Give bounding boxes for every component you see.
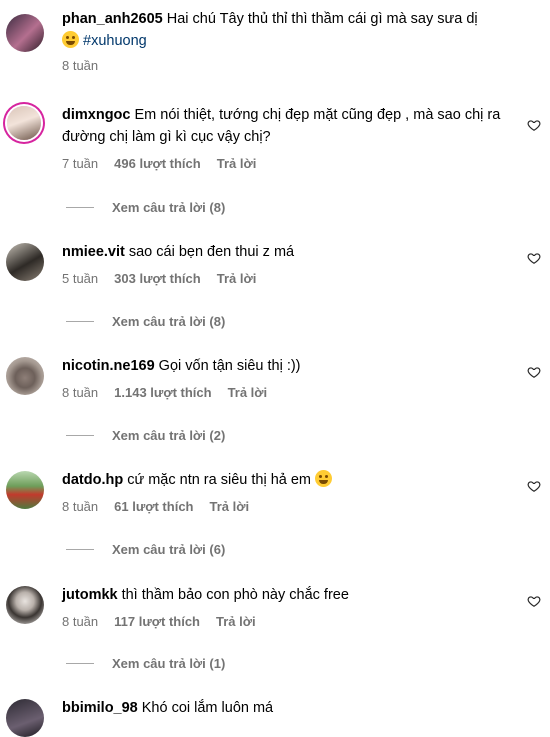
- avatar[interactable]: [7, 106, 41, 140]
- avatar[interactable]: [6, 699, 44, 737]
- like-count[interactable]: 1.143 lượt thích: [114, 385, 211, 400]
- comment-text: bbimilo_98 Khó coi lắm luôn má: [62, 697, 512, 719]
- heart-outline-icon[interactable]: [527, 365, 541, 379]
- view-replies-button[interactable]: Xem câu trả lời (1): [66, 656, 225, 671]
- comment-text: datdo.hp cứ mặc ntn ra siêu thị hả em: [62, 469, 512, 491]
- comment-text: nmiee.vit sao cái bẹn đen thui z má: [62, 241, 512, 263]
- heart-outline-icon[interactable]: [527, 251, 541, 265]
- heart-outline-icon[interactable]: [527, 594, 541, 608]
- comment-meta: 7 tuần 496 lượt thích Trả lời: [62, 156, 512, 171]
- view-replies-label: Xem câu trả lời (2): [112, 428, 226, 443]
- laughing-emoji-icon: [315, 470, 333, 487]
- comment-meta: 8 tuần 117 lượt thích Trả lời: [62, 614, 512, 629]
- comment-body: thì thầm bảo con phò này chắc free: [121, 587, 349, 603]
- reply-button[interactable]: Trả lời: [228, 385, 268, 400]
- avatar[interactable]: [6, 243, 44, 281]
- like-count[interactable]: 61 lượt thích: [114, 499, 193, 514]
- reply-button[interactable]: Trả lời: [216, 614, 256, 629]
- avatar[interactable]: [6, 14, 44, 52]
- heart-outline-icon[interactable]: [527, 479, 541, 493]
- comment-body: Gọi vốn tận siêu thị :)): [158, 358, 301, 374]
- replies-divider: [66, 321, 94, 322]
- like-count[interactable]: 496 lượt thích: [114, 156, 201, 171]
- view-replies-label: Xem câu trả lời (1): [112, 656, 226, 671]
- replies-divider: [66, 207, 94, 208]
- comment-time: 7 tuần: [62, 156, 99, 171]
- view-replies-label: Xem câu trả lời (8): [112, 200, 226, 215]
- comment-meta: 8 tuần 1.143 lượt thích Trả lời: [62, 385, 512, 400]
- like-count[interactable]: 303 lượt thích: [114, 271, 201, 286]
- comment-body: cứ mặc ntn ra siêu thị hả em: [127, 472, 312, 488]
- comment-username[interactable]: dimxngoc: [62, 107, 130, 123]
- view-replies-button[interactable]: Xem câu trả lời (6): [66, 542, 225, 557]
- comment-time: 8 tuần: [62, 58, 99, 73]
- view-replies-label: Xem câu trả lời (6): [112, 542, 226, 557]
- comment-meta: 8 tuần 61 lượt thích Trả lời: [62, 499, 512, 514]
- comment-username[interactable]: nmiee.vit: [62, 244, 125, 260]
- avatar[interactable]: [6, 586, 44, 624]
- comment-username[interactable]: phan_anh2605: [62, 11, 163, 27]
- avatar[interactable]: [6, 471, 44, 509]
- comment-time: 5 tuần: [62, 271, 99, 286]
- view-replies-button[interactable]: Xem câu trả lời (8): [66, 314, 225, 329]
- comment-username[interactable]: nicotin.ne169: [62, 358, 155, 374]
- view-replies-button[interactable]: Xem câu trả lời (8): [66, 200, 225, 215]
- reply-button[interactable]: Trả lời: [210, 499, 250, 514]
- reply-button[interactable]: Trả lời: [217, 156, 257, 171]
- comment-username[interactable]: jutomkk: [62, 587, 118, 603]
- comment-time: 8 tuần: [62, 499, 99, 514]
- comment-body: Hai chú Tây thủ thỉ thì thầm cái gì mà s…: [166, 11, 478, 27]
- comment-text: jutomkk thì thầm bảo con phò này chắc fre…: [62, 584, 512, 606]
- rolling-laughing-emoji-icon: [62, 31, 79, 48]
- hashtag-link[interactable]: #xuhuong: [83, 33, 147, 49]
- view-replies-button[interactable]: Xem câu trả lời (2): [66, 428, 225, 443]
- comment-meta: 5 tuần 303 lượt thích Trả lời: [62, 271, 512, 286]
- reply-button[interactable]: Trả lời: [217, 271, 257, 286]
- comment-time: 8 tuần: [62, 385, 99, 400]
- avatar[interactable]: [6, 357, 44, 395]
- comment-text: nicotin.ne169 Gọi vốn tận siêu thị :)): [62, 355, 512, 377]
- comment-time: 8 tuần: [62, 614, 99, 629]
- view-replies-label: Xem câu trả lời (8): [112, 314, 226, 329]
- comment-username[interactable]: datdo.hp: [62, 472, 123, 488]
- heart-outline-icon[interactable]: [527, 118, 541, 132]
- comment-username[interactable]: bbimilo_98: [62, 700, 138, 716]
- like-count[interactable]: 117 lượt thích: [114, 614, 200, 629]
- replies-divider: [66, 663, 94, 664]
- replies-divider: [66, 549, 94, 550]
- comment-text: phan_anh2605 Hai chú Tây thủ thỉ thì thầm…: [62, 8, 512, 52]
- replies-divider: [66, 435, 94, 436]
- comment-meta: 8 tuần: [62, 58, 512, 73]
- comment-body: Khó coi lắm luôn má: [141, 700, 274, 716]
- comment-text: dimxngoc Em nói thiệt, tướng chị đẹp mặt …: [62, 104, 512, 148]
- comment-body: sao cái bẹn đen thui z má: [128, 244, 295, 260]
